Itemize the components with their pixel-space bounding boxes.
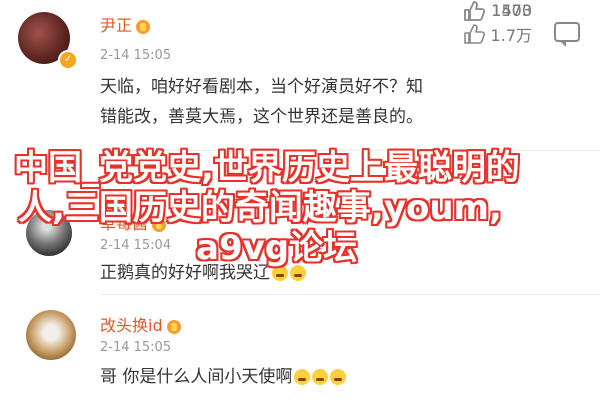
verified-badge-icon: ✓ (58, 50, 78, 70)
username[interactable]: 尹正 (100, 12, 151, 36)
divider (100, 294, 600, 295)
comment-text: 哥 你是什么人间小天使啊 (100, 362, 347, 392)
comment-text: 天临，咱好好看剧本，当个好演员好不？知 错能改，善莫大焉，这个世界还是善良的。 (100, 77, 423, 127)
timestamp: 2-14 15:05 (100, 48, 172, 63)
overlay-line: 人,三国历史的奇闻趣事,youm, (18, 188, 502, 228)
comment-item: ✓ 尹正 2-14 15:05 1.7万 天临，咱好好看剧本，当个好演员好不？知… (0, 0, 600, 150)
crying-emoji-icon (294, 369, 311, 385)
vip-icon (136, 19, 151, 34)
timestamp: 2-14 15:05 (100, 340, 172, 355)
overlay-caption: 中国_党党史,世界历史上最聪明的 人,三国历史的奇闻趣事,youm, a9vg论… (0, 148, 600, 268)
overlay-line: a9vg论坛 (196, 228, 358, 268)
crying-emoji-icon (312, 369, 329, 385)
crying-emoji-icon (330, 369, 347, 385)
reply-icon[interactable] (554, 22, 580, 47)
avatar[interactable] (26, 310, 76, 360)
like-button[interactable]: 1470 (463, 0, 532, 21)
thumbs-up-icon (463, 24, 485, 44)
username[interactable]: 改头换id (100, 312, 181, 336)
vip-icon (166, 319, 181, 334)
overlay-line: 中国_党党史,世界历史上最聪明的 (14, 148, 520, 188)
thumbs-up-icon (464, 0, 486, 21)
like-button[interactable]: 1.7万 (463, 22, 532, 46)
comment-item: 改头换id 2-14 15:05 哥 你是什么人间小天使啊 (0, 298, 600, 400)
